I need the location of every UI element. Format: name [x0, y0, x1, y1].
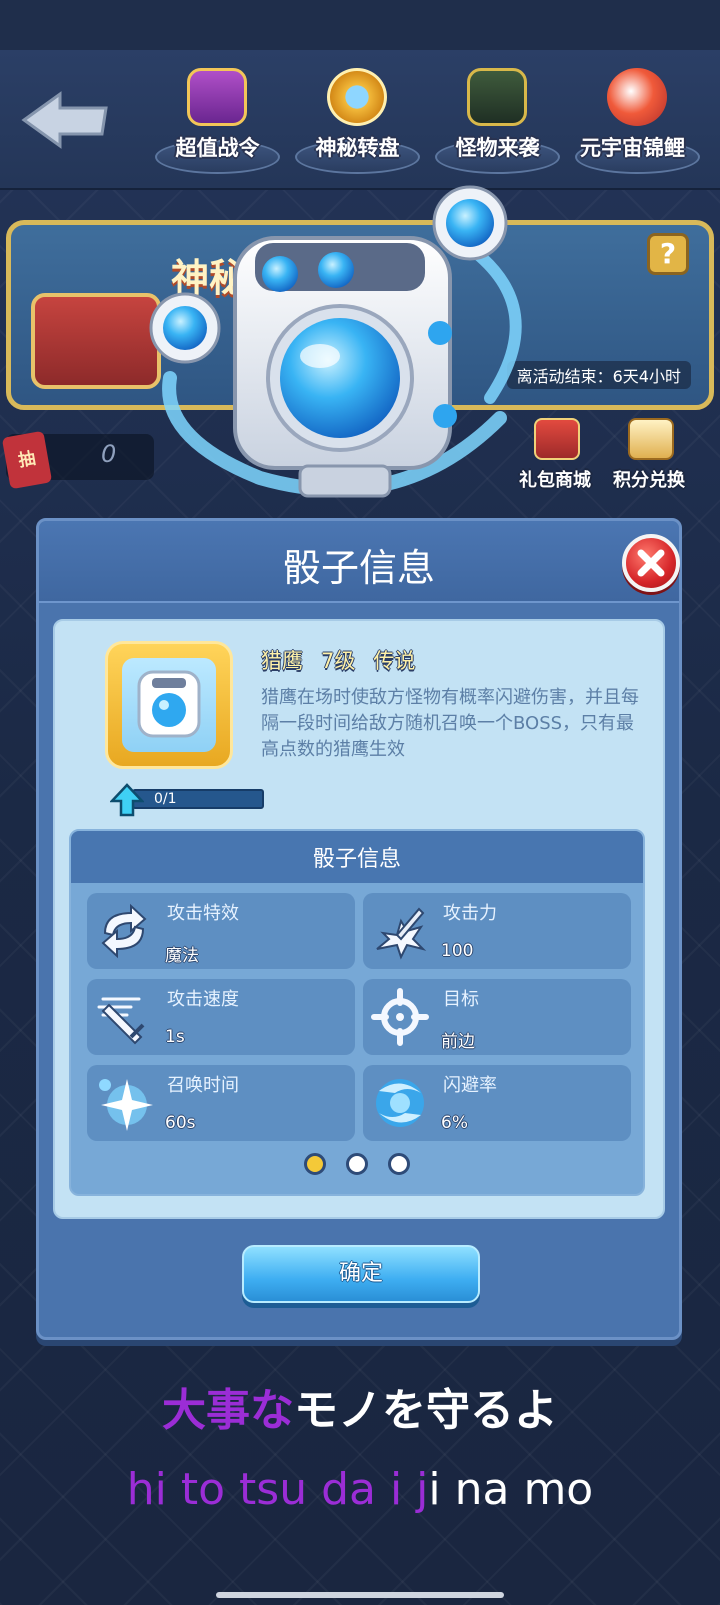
stat-summon-time: 召唤时间 60s — [87, 1065, 355, 1141]
stat-label: 闪避率 — [443, 1075, 497, 1096]
home-indicator[interactable] — [216, 1592, 504, 1598]
stats-panel: 骰子信息 攻击特效 魔法 攻击力 100 攻击速度 1s 目标 前边 召唤时间 … — [69, 829, 645, 1196]
stat-label: 攻击力 — [443, 903, 497, 924]
battle-pass-icon — [187, 68, 247, 126]
upgrade-progress: 0/1 — [110, 783, 270, 817]
dialog-header: 骰子信息 — [39, 521, 680, 603]
stat-value: 100 — [441, 941, 474, 961]
close-icon — [637, 549, 665, 577]
draw-count: 0 — [101, 440, 117, 468]
confirm-button[interactable]: 确定 — [242, 1245, 480, 1303]
swap-arrows-icon — [101, 903, 147, 959]
status-bar — [0, 0, 720, 50]
stat-attack-speed: 攻击速度 1s — [87, 979, 355, 1055]
nav-monster-attack[interactable]: 怪物来袭 — [430, 68, 565, 178]
falcon-dice-icon — [137, 670, 201, 738]
stat-value: 6% — [441, 1113, 468, 1133]
fast-sword-icon — [97, 997, 145, 1045]
monster-attack-icon — [467, 68, 527, 126]
page-dot-2[interactable] — [346, 1153, 368, 1175]
stat-target: 目标 前边 — [363, 979, 631, 1055]
nav-label: 神秘转盘 — [315, 136, 400, 160]
lyric-sung-part: 大事な — [162, 1385, 294, 1436]
romaji-sung-part: hi to tsu da i j — [126, 1464, 429, 1515]
dice-portrait — [122, 658, 216, 752]
back-arrow-icon — [21, 91, 108, 149]
stat-label: 召唤时间 — [167, 1075, 239, 1096]
dice-heading: 猎鹰 7级 传说 — [261, 645, 433, 675]
sword-burst-icon — [376, 907, 427, 960]
romaji-unsung-part: i na mo — [428, 1464, 594, 1515]
progress-text: 0/1 — [154, 791, 177, 807]
stat-value: 1s — [165, 1027, 185, 1047]
stat-attack-power: 攻击力 100 — [363, 893, 631, 969]
dice-description: 猎鹰在场时使敌方怪物有概率闪避伤害，并且每隔一段时间给敌方随机召唤一个BOSS，… — [261, 687, 639, 760]
nav-label: 超值战令 — [175, 136, 260, 160]
stat-attack-effect: 攻击特效 魔法 — [87, 893, 355, 969]
progress-track — [132, 789, 264, 809]
nav-battle-pass[interactable]: 超值战令 — [150, 68, 285, 178]
nav-koi-fish[interactable]: 元宇宙锦鲤 — [570, 68, 710, 178]
dice-level: 7级 — [321, 649, 356, 673]
mystery-wheel-icon — [327, 68, 387, 126]
stats-panel-title: 骰子信息 — [312, 847, 401, 872]
draw-ticket-icon: 抽 — [1, 430, 53, 490]
stat-label: 攻击速度 — [167, 989, 239, 1010]
nav-label: 元宇宙锦鲤 — [580, 136, 685, 160]
stat-value: 前边 — [441, 1032, 475, 1052]
dialog-title: 骰子信息 — [282, 546, 435, 590]
lyric-line-japanese: 大事なモノを守るよ — [0, 1374, 720, 1438]
help-button[interactable]: ? — [647, 233, 689, 275]
top-nav: 超值战令 神秘转盘 怪物来袭 元宇宙锦鲤 — [0, 50, 720, 190]
lyric-line-romaji: hi to tsu da i ji na mo — [0, 1464, 720, 1515]
dice-name: 猎鹰 — [261, 649, 303, 673]
points-exchange-icon — [628, 418, 674, 460]
dodge-swirl-icon — [376, 1079, 424, 1127]
dialog-body: 0/1 猎鹰 7级 传说 猎鹰在场时使敌方怪物有概率闪避伤害，并且每隔一段时间给敌方… — [53, 619, 665, 1219]
lyric-unsung-part: モノを守るよ — [294, 1385, 558, 1436]
falcon-dice-illustration — [149, 185, 522, 498]
stat-value: 魔法 — [165, 946, 199, 966]
upgrade-arrow-icon — [110, 783, 144, 817]
koi-fish-icon — [607, 68, 667, 126]
back-button[interactable] — [20, 90, 110, 150]
shop-label: 积分兑换 — [613, 470, 685, 491]
nav-mystery-wheel[interactable]: 神秘转盘 — [290, 68, 425, 178]
dice-card[interactable] — [105, 641, 233, 769]
page-dot-3[interactable] — [388, 1153, 410, 1175]
stat-label: 目标 — [443, 989, 479, 1010]
nav-label: 怪物来袭 — [455, 136, 540, 160]
stat-label: 攻击特效 — [167, 903, 239, 924]
draw-counter: 抽 0 — [1, 430, 154, 490]
points-exchange-button[interactable]: 积分兑换 — [606, 418, 692, 492]
close-button[interactable] — [622, 534, 680, 592]
sparkle-icon — [99, 1079, 153, 1131]
page-indicator — [71, 1153, 643, 1177]
stat-dodge-rate: 闪避率 6% — [363, 1065, 631, 1141]
stats-panel-header: 骰子信息 — [71, 831, 643, 883]
dice-rarity: 传说 — [373, 649, 416, 673]
dice-info-dialog: 骰子信息 0/1 猎鹰 7级 传说 猎鹰在场时使敌方怪物有概率闪避伤害，并且每隔… — [36, 518, 682, 1340]
crosshair-icon — [371, 988, 429, 1046]
page-dot-1[interactable] — [304, 1153, 326, 1175]
stat-value: 60s — [165, 1113, 196, 1133]
